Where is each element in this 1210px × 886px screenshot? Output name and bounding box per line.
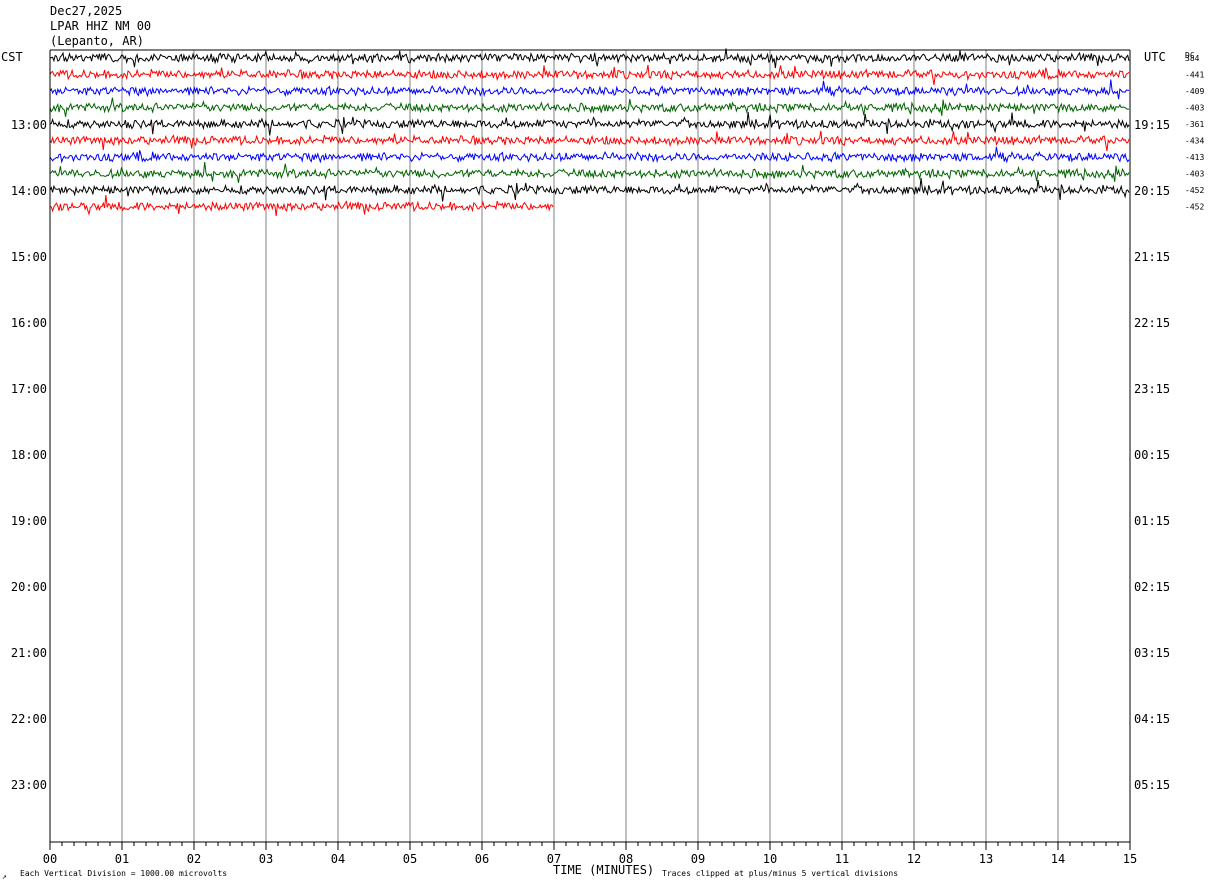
x-tick-label: 01 <box>115 852 129 866</box>
x-tick-label: 09 <box>691 852 705 866</box>
corner-mark-icon: ↗ <box>2 872 7 881</box>
dc-offset-label: -452 <box>1185 203 1204 212</box>
seismic-trace <box>49 194 554 217</box>
left-hour-label: 17:00 <box>11 382 47 396</box>
x-tick-label: 11 <box>835 852 849 866</box>
left-hour-label: 14:00 <box>11 184 47 198</box>
right-hour-label: 01:15 <box>1134 514 1170 528</box>
dc-offset-label: -403 <box>1185 170 1204 179</box>
left-hour-label: 23:00 <box>11 778 47 792</box>
seismic-trace <box>49 48 1130 69</box>
division-note: Each Vertical Division = 1000.00 microvo… <box>20 869 227 878</box>
left-timezone-label: CST <box>1 50 23 64</box>
seismic-trace <box>49 111 1130 136</box>
left-hour-label: 13:00 <box>11 118 47 132</box>
x-tick-label: 06 <box>475 852 489 866</box>
seismic-trace <box>49 64 1130 85</box>
x-tick-label: 12 <box>907 852 921 866</box>
left-hour-label: 22:00 <box>11 712 47 726</box>
x-tick-label: 14 <box>1051 852 1065 866</box>
right-hour-label: 00:15 <box>1134 448 1170 462</box>
dc-offset-label: -441 <box>1185 71 1204 80</box>
left-hour-label: 19:00 <box>11 514 47 528</box>
x-tick-label: 02 <box>187 852 201 866</box>
right-hour-label: 02:15 <box>1134 580 1170 594</box>
clip-note: Traces clipped at plus/minus 5 vertical … <box>662 869 898 878</box>
seismic-trace <box>49 79 1130 100</box>
seismic-trace <box>49 146 1130 164</box>
left-hour-label: 20:00 <box>11 580 47 594</box>
right-hour-label: 04:15 <box>1134 712 1170 726</box>
right-hour-label: 19:15 <box>1134 118 1170 132</box>
dc-header-label: DC <box>1185 51 1195 60</box>
dc-offset-label: -434 <box>1185 137 1204 146</box>
x-tick-label: 05 <box>403 852 417 866</box>
seismic-traces <box>49 48 1130 217</box>
grid-lines <box>121 50 1059 842</box>
dc-offset-label: -413 <box>1185 153 1204 162</box>
left-hour-label: 15:00 <box>11 250 47 264</box>
dc-offset-label: -361 <box>1185 120 1204 129</box>
right-hour-label: 23:15 <box>1134 382 1170 396</box>
x-tick-label: 10 <box>763 852 777 866</box>
right-hour-label: 21:15 <box>1134 250 1170 264</box>
seismic-trace <box>49 130 1130 151</box>
left-hour-label: 18:00 <box>11 448 47 462</box>
x-axis-title: TIME (MINUTES) <box>553 863 654 877</box>
seismic-trace <box>49 97 1130 117</box>
x-tick-label: 15 <box>1123 852 1137 866</box>
x-tick-label: 00 <box>43 852 57 866</box>
seismic-trace <box>49 162 1130 183</box>
dc-offset-label: -403 <box>1185 104 1204 113</box>
left-hour-label: 21:00 <box>11 646 47 660</box>
right-hour-label: 05:15 <box>1134 778 1170 792</box>
right-hour-label: 20:15 <box>1134 184 1170 198</box>
dc-offset-label: -452 <box>1185 186 1204 195</box>
right-timezone-label: UTC <box>1144 50 1166 64</box>
dc-offset-label: -409 <box>1185 87 1204 96</box>
right-hour-label: 22:15 <box>1134 316 1170 330</box>
helicorder-chart: 00 01 02 03 04 05 06 07 08 09 10 11 12 13 14 1513:0014:… <box>1 48 1204 881</box>
left-hour-label: 16:00 <box>11 316 47 330</box>
x-tick-label: 04 <box>331 852 345 866</box>
x-tick-label: 03 <box>259 852 273 866</box>
seismic-trace <box>49 177 1130 202</box>
right-hour-label: 03:15 <box>1134 646 1170 660</box>
x-tick-label: 13 <box>979 852 993 866</box>
